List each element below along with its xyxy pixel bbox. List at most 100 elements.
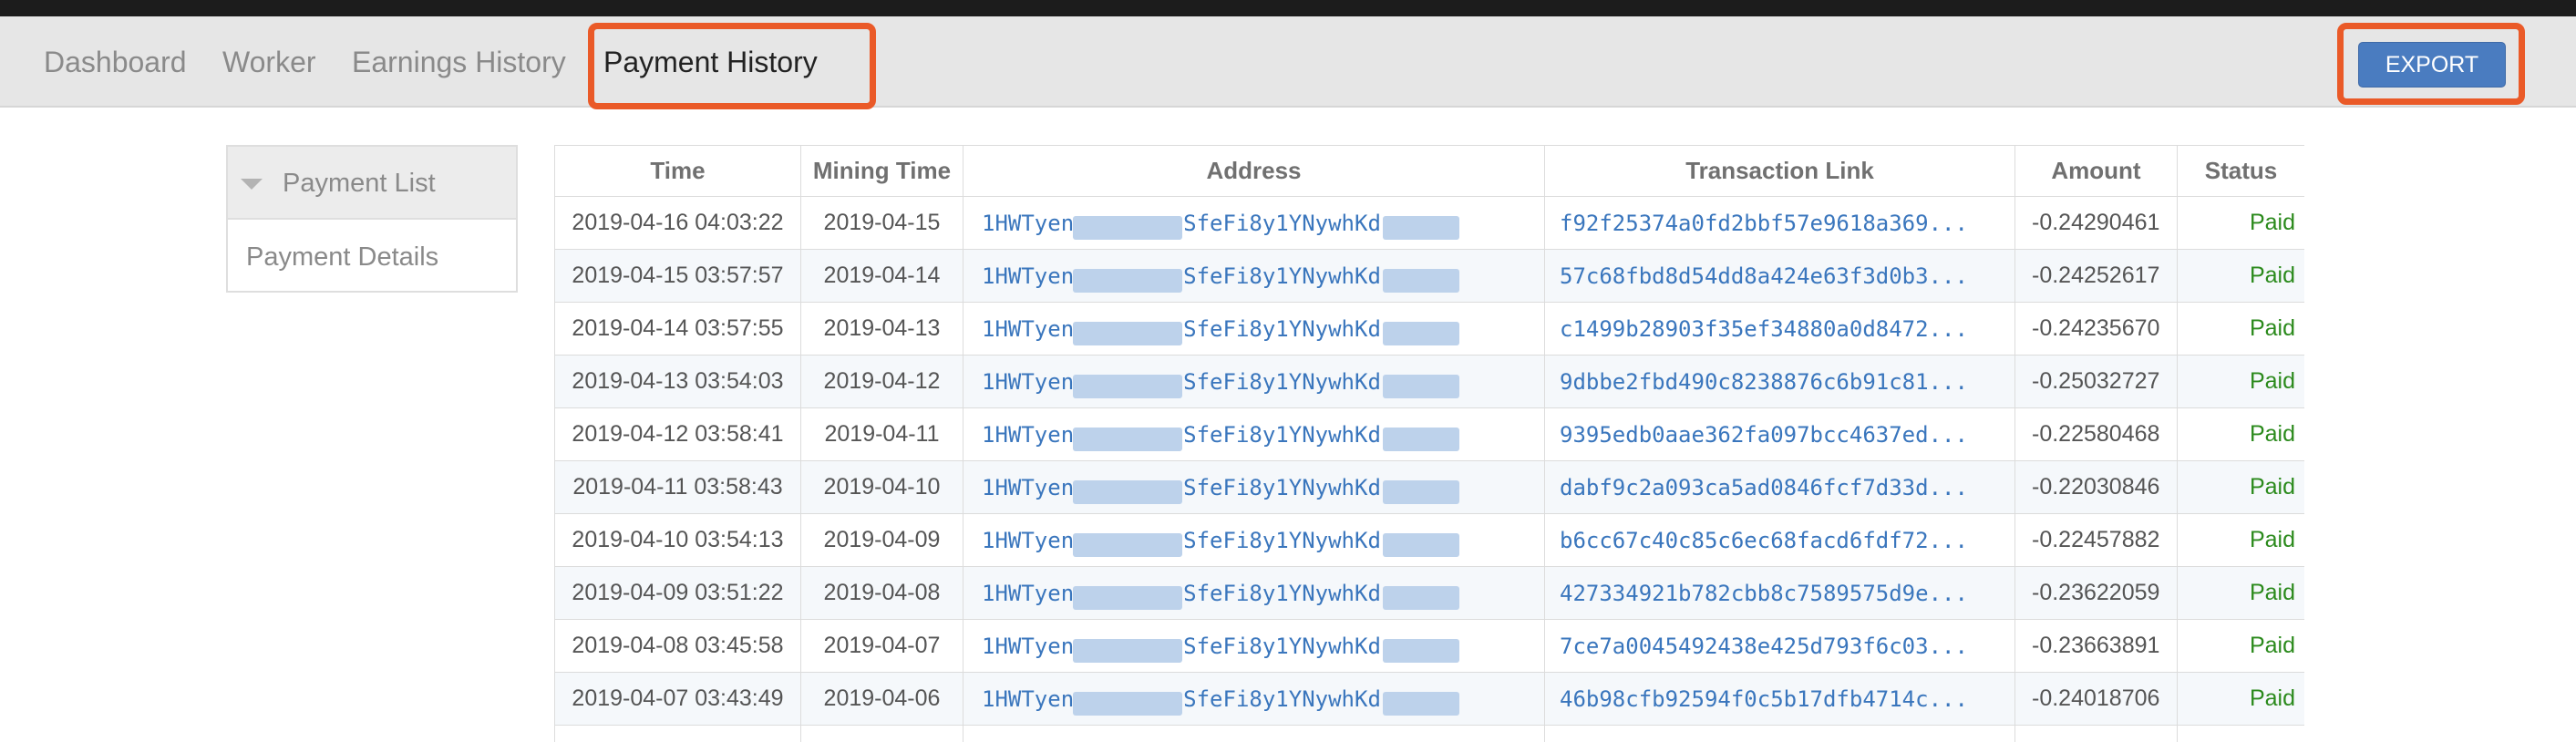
nav-earnings-history[interactable]: Earnings History (352, 16, 566, 108)
cell-transaction-link[interactable]: f92f25374a0fd2bbf57e9618a369... (1544, 196, 2015, 250)
address-end: SfeFi8y1YNywhKd (1183, 580, 1381, 606)
address-start: 1HWTyen (982, 315, 1075, 342)
nav-payment-history[interactable]: Payment History (603, 16, 818, 108)
table-row: 2019-04-10 03:54:13 2019-04-09 1HWTyen SfeF… (554, 513, 2304, 567)
address-link[interactable]: 1HWTyen SfeFi8y1YNywhKd (982, 210, 1459, 240)
address-end: SfeFi8y1YNywhKd (1183, 421, 1381, 448)
col-header-amount[interactable]: Amount (2014, 145, 2178, 197)
redaction-blur (1383, 479, 1459, 504)
col-header-mining-time[interactable]: Mining Time (800, 145, 963, 197)
address-link[interactable]: 1HWTyen SfeFi8y1YNywhKd (982, 633, 1459, 663)
cell-status: Paid (2177, 196, 2304, 250)
col-header-transaction-link[interactable]: Transaction Link (1544, 145, 2015, 197)
address-end: SfeFi8y1YNywhKd (1183, 368, 1381, 395)
redaction-blur (1073, 321, 1182, 345)
cell-time: 2019-04-13 03:54:03 (554, 355, 801, 408)
address-link[interactable]: 1HWTyen SfeFi8y1YNywhKd (982, 580, 1459, 610)
address-link[interactable]: 1HWTyen SfeFi8y1YNywhKd (982, 685, 1459, 716)
redaction-blur (1073, 479, 1182, 504)
cell-address[interactable]: 1HWTyen SfeFi8y1YNywhKd (963, 672, 1545, 726)
cell-status: Paid (2177, 460, 2304, 514)
address-start: 1HWTyen (982, 263, 1075, 289)
address-start: 1HWTyen (982, 685, 1075, 712)
table-row: 2019-04-11 03:58:43 2019-04-10 1HWTyen SfeF… (554, 460, 2304, 514)
col-header-time[interactable]: Time (554, 145, 801, 197)
caret-down-icon (241, 179, 263, 190)
redaction-blur (1383, 638, 1459, 663)
cell-amount: -0.23663891 (2014, 619, 2178, 673)
redaction-blur (1383, 374, 1459, 398)
export-button[interactable]: EXPORT (2358, 42, 2506, 88)
cell-transaction-link[interactable]: 427334921b782cbb8c7589575d9e... (1544, 566, 2015, 620)
cell-address[interactable]: 1HWTyen SfeFi8y1YNywhKd (963, 355, 1545, 408)
cell-transaction-link[interactable]: 57c68fbd8d54dd8a424e63f3d0b3... (1544, 249, 2015, 303)
cell-status: Paid (2177, 249, 2304, 303)
cell-transaction-link[interactable]: dabf9c2a093ca5ad0846fcf7d33d... (1544, 460, 2015, 514)
redaction-blur (1073, 427, 1182, 451)
cell-empty (963, 725, 1545, 742)
nav-worker[interactable]: Worker (222, 16, 316, 108)
redaction-blur (1073, 585, 1182, 610)
redaction-blur (1073, 374, 1182, 398)
cell-amount: -0.24235670 (2014, 302, 2178, 356)
cell-status: Paid (2177, 302, 2304, 356)
redaction-blur (1383, 691, 1459, 716)
nav-dashboard[interactable]: Dashboard (44, 16, 187, 108)
cell-address[interactable]: 1HWTyen SfeFi8y1YNywhKd (963, 407, 1545, 461)
address-end: SfeFi8y1YNywhKd (1183, 263, 1381, 289)
address-start: 1HWTyen (982, 527, 1075, 553)
address-start: 1HWTyen (982, 421, 1075, 448)
cell-address[interactable]: 1HWTyen SfeFi8y1YNywhKd (963, 302, 1545, 356)
cell-mining-time: 2019-04-09 (800, 513, 963, 567)
cell-amount: -0.22030846 (2014, 460, 2178, 514)
table-row: 2019-04-12 03:58:41 2019-04-11 1HWTyen SfeF… (554, 407, 2304, 461)
cell-status: Paid (2177, 619, 2304, 673)
cell-time: 2019-04-11 03:58:43 (554, 460, 801, 514)
sidebar-payment-list-label: Payment List (283, 169, 436, 198)
cell-amount: -0.22457882 (2014, 513, 2178, 567)
cell-transaction-link[interactable]: 9dbbe2fbd490c8238876c6b91c81... (1544, 355, 2015, 408)
payment-table-container: Time Mining Time Address Transaction Lin… (554, 145, 2304, 742)
col-header-status[interactable]: Status (2177, 145, 2304, 197)
redaction-blur (1073, 638, 1182, 663)
cell-mining-time: 2019-04-12 (800, 355, 963, 408)
cell-transaction-link[interactable]: c1499b28903f35ef34880a0d8472... (1544, 302, 2015, 356)
redaction-blur (1383, 532, 1459, 557)
cell-time: 2019-04-10 03:54:13 (554, 513, 801, 567)
cell-status: Paid (2177, 407, 2304, 461)
redaction-blur (1383, 585, 1459, 610)
address-link[interactable]: 1HWTyen SfeFi8y1YNywhKd (982, 315, 1459, 345)
cell-amount: -0.24018706 (2014, 672, 2178, 726)
cell-address[interactable]: 1HWTyen SfeFi8y1YNywhKd (963, 619, 1545, 673)
address-link[interactable]: 1HWTyen SfeFi8y1YNywhKd (982, 263, 1459, 293)
cell-time: 2019-04-08 03:45:58 (554, 619, 801, 673)
address-link[interactable]: 1HWTyen SfeFi8y1YNywhKd (982, 474, 1459, 504)
sidebar-payment-list[interactable]: Payment List (228, 147, 516, 220)
address-end: SfeFi8y1YNywhKd (1183, 633, 1381, 659)
cell-transaction-link[interactable]: 7ce7a0045492438e425d793f6c03... (1544, 619, 2015, 673)
cell-address[interactable]: 1HWTyen SfeFi8y1YNywhKd (963, 513, 1545, 567)
address-link[interactable]: 1HWTyen SfeFi8y1YNywhKd (982, 527, 1459, 557)
address-start: 1HWTyen (982, 474, 1075, 500)
address-end: SfeFi8y1YNywhKd (1183, 210, 1381, 236)
cell-status: Paid (2177, 566, 2304, 620)
address-start: 1HWTyen (982, 210, 1075, 236)
cell-address[interactable]: 1HWTyen SfeFi8y1YNywhKd (963, 460, 1545, 514)
cell-transaction-link[interactable]: b6cc67c40c85c6ec68facd6fdf72... (1544, 513, 2015, 567)
address-link[interactable]: 1HWTyen SfeFi8y1YNywhKd (982, 421, 1459, 451)
cell-address[interactable]: 1HWTyen SfeFi8y1YNywhKd (963, 196, 1545, 250)
redaction-blur (1073, 268, 1182, 293)
cell-address[interactable]: 1HWTyen SfeFi8y1YNywhKd (963, 566, 1545, 620)
cell-time: 2019-04-12 03:58:41 (554, 407, 801, 461)
cell-transaction-link[interactable]: 9395edb0aae362fa097bcc4637ed... (1544, 407, 2015, 461)
address-link[interactable]: 1HWTyen SfeFi8y1YNywhKd (982, 368, 1459, 398)
col-header-address[interactable]: Address (963, 145, 1545, 197)
cell-transaction-link[interactable]: 46b98cfb92594f0c5b17dfb4714c... (1544, 672, 2015, 726)
cell-address[interactable]: 1HWTyen SfeFi8y1YNywhKd (963, 249, 1545, 303)
cell-amount: -0.24252617 (2014, 249, 2178, 303)
cell-time: 2019-04-16 04:03:22 (554, 196, 801, 250)
top-navbar: Dashboard Worker Earnings History Paymen… (0, 16, 2576, 108)
table-row-partial (554, 725, 2304, 742)
sidebar-item-payment-details[interactable]: Payment Details (246, 222, 438, 293)
cell-amount: -0.24290461 (2014, 196, 2178, 250)
